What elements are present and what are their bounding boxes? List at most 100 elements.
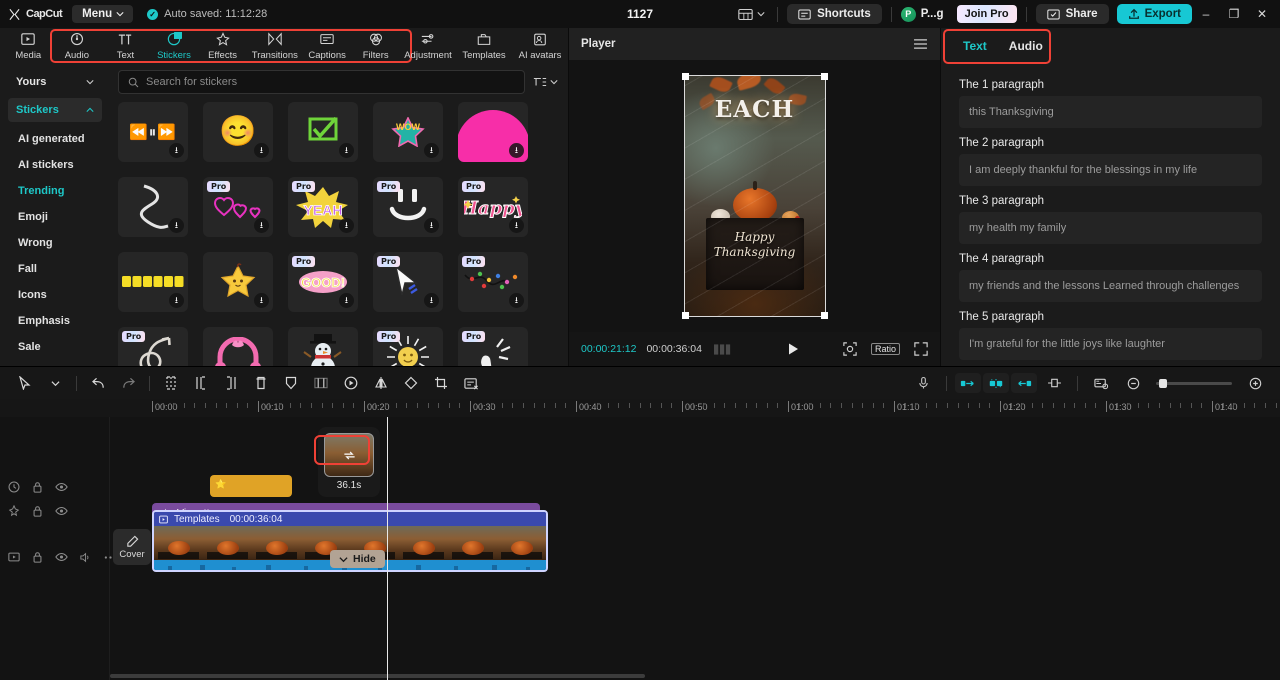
share-button[interactable]: Share: [1035, 4, 1109, 24]
smiling-sun-sticker[interactable]: Pro⭳: [373, 327, 443, 366]
video-icon[interactable]: [8, 551, 20, 563]
ratio-button[interactable]: Ratio: [870, 343, 900, 355]
freeze-button[interactable]: [276, 368, 306, 398]
sidebar-item-emphasis[interactable]: Emphasis: [8, 308, 102, 334]
download-icon[interactable]: ⭳: [509, 143, 524, 158]
download-icon[interactable]: ⭳: [169, 218, 184, 233]
yours-dropdown[interactable]: Yours: [8, 70, 102, 94]
shortcuts-button[interactable]: Shortcuts: [787, 4, 882, 24]
tab-templates[interactable]: Templates: [456, 28, 512, 64]
paragraph-input[interactable]: my health my family: [959, 212, 1262, 244]
delete-button[interactable]: [246, 368, 276, 398]
account-button[interactable]: P P...g Join Pro: [900, 5, 1017, 23]
sidebar-item-sale[interactable]: Sale: [8, 334, 102, 360]
paragraph-input[interactable]: my friends and the lessons Learned throu…: [959, 270, 1262, 302]
marker-button[interactable]: [1039, 368, 1069, 398]
fit-to-screen-icon[interactable]: [843, 342, 857, 356]
paragraph-input[interactable]: I am deeply thankful for the blessings i…: [959, 154, 1262, 186]
eye-icon[interactable]: [55, 552, 68, 562]
sidebar-item-trending[interactable]: Trending: [8, 178, 102, 204]
playhead[interactable]: [387, 417, 388, 680]
download-icon[interactable]: ⭳: [169, 293, 184, 308]
menu-button[interactable]: Menu: [72, 5, 134, 23]
tab-audio[interactable]: Audio: [53, 28, 102, 64]
maximize-button[interactable]: ❐: [1220, 0, 1248, 28]
crop-button[interactable]: [426, 368, 456, 398]
sticker-clip[interactable]: ⭐: [210, 475, 292, 497]
speaker-icon[interactable]: [80, 552, 92, 563]
tab-effects[interactable]: Effects: [198, 28, 247, 64]
keyframe-prev-button[interactable]: [955, 373, 981, 393]
tab-captions[interactable]: Captions: [303, 28, 352, 64]
tab-stickers[interactable]: Stickers: [150, 28, 199, 64]
yellow-squares-sticker[interactable]: ⭳: [118, 252, 188, 312]
redo-button[interactable]: [113, 368, 143, 398]
mirror-button[interactable]: [366, 368, 396, 398]
voiceover-button[interactable]: [908, 368, 938, 398]
download-icon[interactable]: ⭳: [169, 143, 184, 158]
inspector-tab-audio[interactable]: Audio: [1009, 39, 1043, 53]
join-pro-button[interactable]: Join Pro: [956, 5, 1017, 23]
green-checkmark-sticker[interactable]: ⭳: [288, 102, 358, 162]
export-button[interactable]: Export: [1116, 4, 1192, 24]
eye-icon[interactable]: [55, 506, 68, 516]
download-icon[interactable]: ⭳: [424, 218, 439, 233]
tab-adjustment[interactable]: Adjustment: [400, 28, 456, 64]
select-tool[interactable]: [10, 368, 40, 398]
white-squiggle-arrow-sticker[interactable]: ⭳: [118, 177, 188, 237]
wow-star-sticker[interactable]: WOW ⭳: [373, 102, 443, 162]
search-input[interactable]: Search for stickers: [118, 70, 525, 94]
download-icon[interactable]: ⭳: [254, 293, 269, 308]
download-icon[interactable]: ⭳: [339, 218, 354, 233]
effects-icon[interactable]: [8, 505, 20, 517]
timeline-scrollbar[interactable]: [110, 674, 1274, 678]
hand-sparkle-sticker[interactable]: Pro⭳: [458, 327, 528, 366]
keyframe-add-button[interactable]: [983, 373, 1009, 393]
sidebar-item-ai-generated[interactable]: AI generated: [8, 126, 102, 152]
sidebar-item-wrong[interactable]: Wrong: [8, 230, 102, 256]
hide-button[interactable]: Hide: [330, 550, 385, 568]
download-icon[interactable]: ⭳: [509, 293, 524, 308]
lock-icon[interactable]: [32, 551, 43, 563]
layout-switch-button[interactable]: [735, 8, 768, 21]
select-dropdown[interactable]: [40, 368, 70, 398]
sidebar-item-emoji[interactable]: Emoji: [8, 204, 102, 230]
download-icon[interactable]: ⭳: [424, 143, 439, 158]
lock-icon[interactable]: [32, 481, 43, 493]
zoom-slider-knob[interactable]: [1159, 378, 1167, 388]
download-icon[interactable]: ⭳: [339, 143, 354, 158]
tab-media[interactable]: Media: [4, 28, 53, 64]
sidebar-item-icons[interactable]: Icons: [8, 282, 102, 308]
timeline-ruler[interactable]: 00:00 00:10 00:20 00:30 00:40 00:50 01:00 01:10…: [0, 399, 1280, 417]
tab-transitions[interactable]: Transitions: [247, 28, 303, 64]
happy-lettering-sticker[interactable]: Pro Happy ⭳: [458, 177, 528, 237]
download-icon[interactable]: ⭳: [254, 218, 269, 233]
download-icon[interactable]: ⭳: [424, 293, 439, 308]
curly-arrow-sticker[interactable]: Pro⭳: [118, 327, 188, 366]
stickers-dropdown[interactable]: Stickers: [8, 98, 102, 122]
hamburger-icon[interactable]: [913, 38, 928, 50]
yeah-burst-sticker[interactable]: Pro YEAH ⭳: [288, 177, 358, 237]
eye-icon[interactable]: [55, 482, 68, 492]
download-icon[interactable]: ⭳: [254, 143, 269, 158]
trim-right-button[interactable]: [216, 368, 246, 398]
smiley-brush-sticker[interactable]: Pro ⭳: [373, 177, 443, 237]
sort-filter-button[interactable]: [533, 76, 558, 88]
close-button[interactable]: ✕: [1248, 0, 1276, 28]
pink-blob-sticker[interactable]: ⭳: [458, 102, 528, 162]
frames-icon[interactable]: [713, 343, 731, 355]
zoom-slider[interactable]: [1156, 378, 1232, 388]
crop-frame-button[interactable]: [306, 368, 336, 398]
inspector-tab-text[interactable]: Text: [963, 39, 987, 53]
sidebar-item-ai-stickers[interactable]: AI stickers: [8, 152, 102, 178]
yellow-star-sticker[interactable]: ⭳: [203, 252, 273, 312]
reverse-button[interactable]: [336, 368, 366, 398]
good-bubble-sticker[interactable]: Pro GOOD! ⭳: [288, 252, 358, 312]
captions-remove-button[interactable]: [456, 368, 486, 398]
preview-canvas[interactable]: EACH Happy Thanksgiving: [684, 76, 825, 316]
string-lights-sticker[interactable]: Pro ⭳: [458, 252, 528, 312]
cover-button[interactable]: Cover: [113, 529, 151, 565]
play-icon[interactable]: [786, 342, 800, 356]
fullscreen-icon[interactable]: [914, 342, 928, 356]
pink-hearts-sticker[interactable]: Pro ⭳: [203, 177, 273, 237]
